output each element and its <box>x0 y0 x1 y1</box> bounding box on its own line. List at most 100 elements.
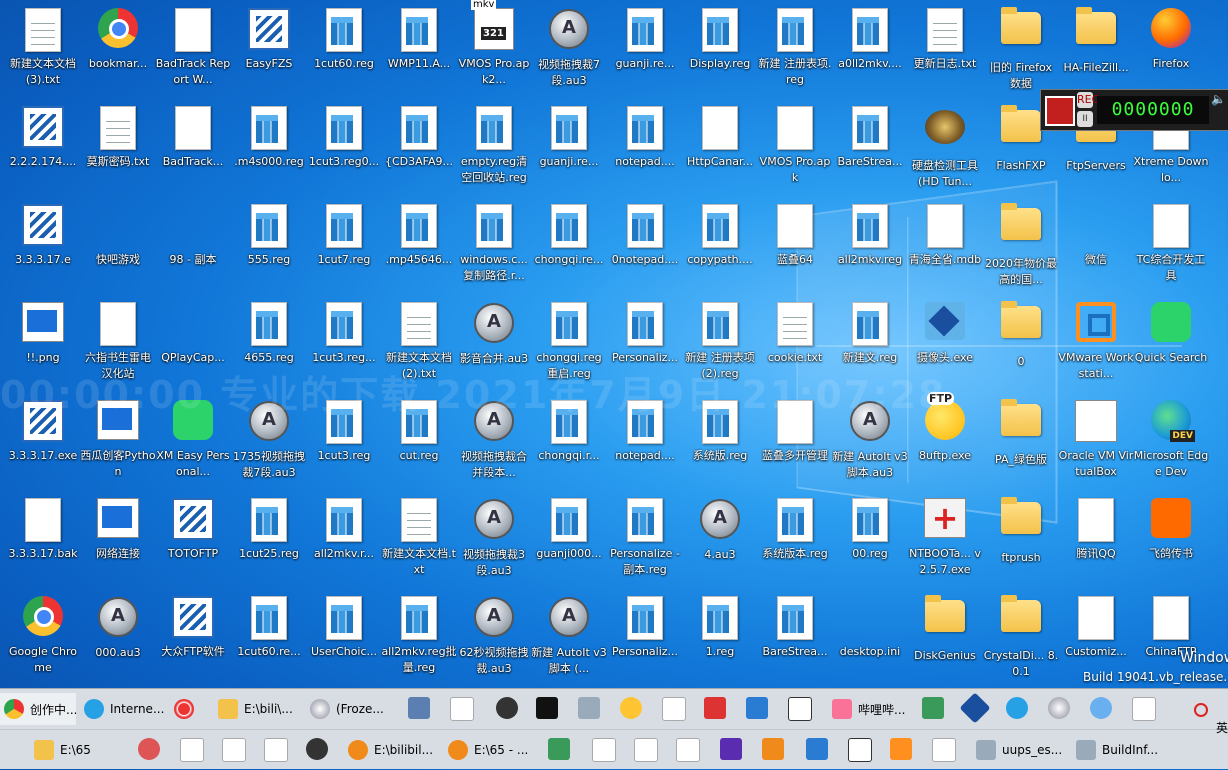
desktop-icon[interactable]: HA-FileZill... <box>1058 4 1134 96</box>
cpu-icon[interactable] <box>720 738 742 760</box>
app-icon[interactable] <box>959 692 991 724</box>
desktop-icon[interactable]: 1.reg <box>682 592 758 684</box>
taskbar-item-buildinf[interactable]: BuildInf... <box>1072 734 1168 766</box>
desktop-icon[interactable]: 62秒视频拖拽裁.au3 <box>456 592 532 684</box>
desktop-icon[interactable]: guanji.re... <box>607 4 683 96</box>
desktop-icon[interactable]: 2020年物价最高的国... <box>983 200 1059 292</box>
desktop-icon[interactable]: chongqi.reg重启.reg <box>531 298 607 390</box>
desktop-icon[interactable]: TOTOFTP <box>155 494 231 586</box>
desktop-icon[interactable]: 1cut3.reg0... <box>306 102 382 194</box>
desktop-icon[interactable]: empty.reg清空回收站.reg <box>456 102 532 194</box>
app-icon[interactable] <box>922 697 944 719</box>
desktop-icon[interactable]: 1cut60.reg <box>306 4 382 96</box>
desktop-icon[interactable]: Ho <box>1208 298 1228 390</box>
desktop-icon[interactable]: Google Chrome <box>5 592 81 684</box>
taskbar-item-bilibili[interactable]: 哔哩哔... <box>828 693 908 725</box>
desktop-icon[interactable]: Personalize - 副本.reg <box>607 494 683 586</box>
desktop-icon[interactable]: bookmar... <box>80 4 156 96</box>
app-icon[interactable] <box>408 697 430 719</box>
desktop-icon[interactable]: QPlayCap... <box>155 298 231 390</box>
file-icon[interactable] <box>264 738 288 762</box>
desktop-icon[interactable]: Display.reg <box>682 4 758 96</box>
desktop-icon[interactable]: 旧的 Firefox 数据 <box>983 4 1059 96</box>
desktop-icon[interactable] <box>1208 494 1228 586</box>
desktop-icon[interactable]: chongqi.r... <box>531 396 607 488</box>
desktop-icon[interactable]: HttpCanar... <box>682 102 758 194</box>
desktop-icon[interactable]: WMP11.A... <box>381 4 457 96</box>
desktop-icon[interactable]: Microsoft Edge Dev <box>1133 396 1209 488</box>
desktop-icon[interactable]: 4.au3 <box>682 494 758 586</box>
record-icon[interactable] <box>1194 703 1208 717</box>
file-icon[interactable] <box>1132 697 1156 721</box>
desktop-icon[interactable]: 六指书生雷电汉化站 <box>80 298 156 390</box>
desktop-icon[interactable]: Personaliz... <box>607 592 683 684</box>
desktop-icon[interactable] <box>1208 396 1228 488</box>
desktop-icon[interactable]: TC综合开发工具 <box>1133 200 1209 292</box>
desktop-icon[interactable]: 硬盘检测工具(HD Tun... <box>907 102 983 194</box>
desktop-icon[interactable]: Oracle VM VirtualBox <box>1058 396 1134 488</box>
7zip-icon[interactable] <box>536 697 558 719</box>
taskbar-item-search-65[interactable]: E:\65 - ... <box>444 734 538 766</box>
desktop-icon[interactable]: guanji.re... <box>531 102 607 194</box>
desktop-icon[interactable]: 腾讯QQ <box>1058 494 1134 586</box>
stop-record-button[interactable] <box>1045 96 1075 126</box>
ftp-icon[interactable] <box>620 697 642 719</box>
desktop-icon[interactable]: 新建文本文档 (3).txt <box>5 4 81 96</box>
desktop-icon[interactable]: 98 - 副本 <box>155 200 231 292</box>
desktop-icon[interactable]: 飞鸽传书 <box>1133 494 1209 586</box>
globe-icon[interactable] <box>1090 697 1112 719</box>
desktop-icon[interactable]: CrystalDi... 8.0.1 <box>983 592 1059 684</box>
desktop-icon[interactable]: BareStrea... <box>757 592 833 684</box>
desktop-icon[interactable]: XM Easy Personal... <box>155 396 231 488</box>
app-icon[interactable] <box>806 738 828 760</box>
desktop-icon[interactable]: PA_绿色版 <box>983 396 1059 488</box>
taskbar-item-folder-65[interactable]: E:\65 <box>30 734 130 766</box>
desktop-icon[interactable]: 系统版本.reg <box>757 494 833 586</box>
desktop-icon[interactable]: a0ll2mkv.... <box>832 4 908 96</box>
desktop-icon[interactable]: Firefox <box>1133 4 1209 96</box>
desktop-icon[interactable]: 系统版.reg <box>682 396 758 488</box>
app-icon[interactable] <box>704 697 726 719</box>
file-icon[interactable] <box>222 738 246 762</box>
desktop-icon[interactable]: 1cut60.re... <box>231 592 307 684</box>
desktop-icon[interactable]: guanji000... <box>531 494 607 586</box>
file-icon[interactable] <box>932 738 956 762</box>
file-icon[interactable] <box>450 697 474 721</box>
taskbar-item-search-bilibili[interactable]: E:\bilibil... <box>344 734 440 766</box>
desktop-icon[interactable]: ZD <box>1208 200 1228 292</box>
desktop-icon[interactable]: 新建文本文档 (2).txt <box>381 298 457 390</box>
desktop-icon[interactable]: 微信 <box>1058 200 1134 292</box>
desktop-icon[interactable]: NTBOOTa... v2.5.7.exe <box>907 494 983 586</box>
desktop-icon[interactable]: 1cut25.reg <box>231 494 307 586</box>
desktop-icon[interactable]: ftprush <box>983 494 1059 586</box>
ie-icon[interactable] <box>1006 697 1028 719</box>
desktop-icon[interactable]: chongqi.re... <box>531 200 607 292</box>
desktop-icon[interactable]: 新建 AutoIt v3 脚本.au3 <box>832 396 908 488</box>
desktop-icon[interactable]: Personaliz... <box>607 298 683 390</box>
taskbar-item-chrome[interactable]: 创作中... <box>0 693 76 725</box>
ime-indicator[interactable]: 英 <box>1216 719 1228 736</box>
desktop-icon[interactable]: 0notepad.... <box>607 200 683 292</box>
desktop-icon[interactable]: UserChoic... <box>306 592 382 684</box>
taskbar-item-folder-bili[interactable]: E:\bili\... <box>214 693 300 725</box>
desktop-icon[interactable]: 青海全省.mdb <box>907 200 983 292</box>
desktop-icon[interactable]: 摄像头.exe <box>907 298 983 390</box>
desktop-icon[interactable]: BadTrack Report W... <box>155 4 231 96</box>
desktop-icon[interactable]: 视频拖拽裁合并段本... <box>456 396 532 488</box>
desktop-icon[interactable]: 8uftp.exe <box>907 392 983 488</box>
desktop-icon[interactable]: all2mkv.r... <box>306 494 382 586</box>
desktop-icon[interactable]: notepad.... <box>607 102 683 194</box>
desktop-icon[interactable]: 1cut7.reg <box>306 200 382 292</box>
desktop-icon[interactable]: 新建文.reg <box>832 298 908 390</box>
desktop-icon[interactable]: cut.reg <box>381 396 457 488</box>
desktop-icon[interactable]: 蓝叠64 <box>757 200 833 292</box>
desktop-icon[interactable]: 0 <box>983 298 1059 390</box>
file-icon[interactable] <box>592 738 616 762</box>
desktop-icon[interactable]: 000.au3 <box>80 592 156 684</box>
volume-icon[interactable]: 🔈 <box>1211 92 1226 106</box>
desktop-icon[interactable]: BadTrack... <box>155 102 231 194</box>
desktop-icon[interactable]: 3.3.3.17.exe <box>5 396 81 488</box>
file-icon[interactable] <box>634 738 658 762</box>
desktop-icon[interactable]: 莫斯密码.txt <box>80 102 156 194</box>
desktop-icon[interactable]: cookie.txt <box>757 298 833 390</box>
